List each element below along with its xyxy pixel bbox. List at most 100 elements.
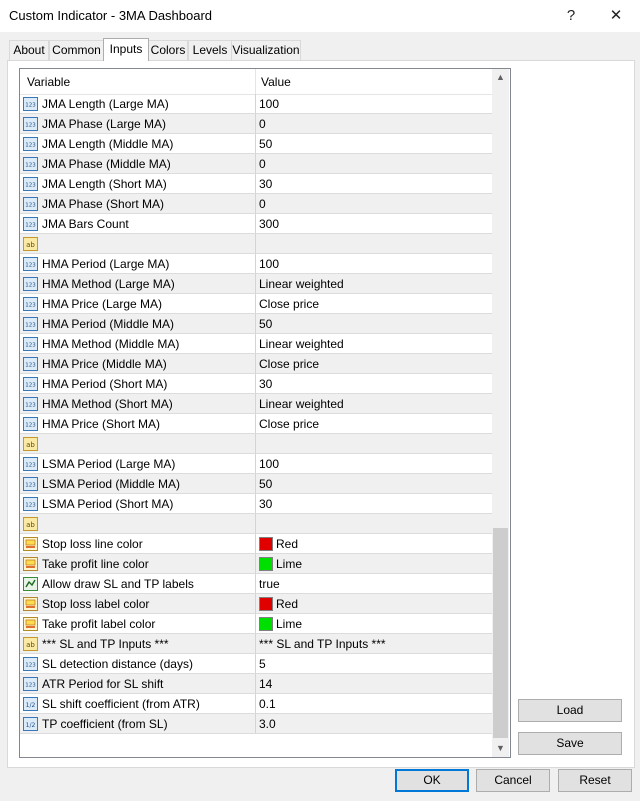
integer-param-icon: 123 [23,217,38,231]
grid-row[interactable]: ab [20,514,492,534]
grid-row[interactable]: 1/2 SL shift coefficient (from ATR) 0.1 [20,694,492,714]
variable-value[interactable]: 30 [259,377,272,391]
header-divider[interactable] [255,69,256,94]
color-swatch[interactable] [259,537,273,551]
grid-row[interactable]: 123 HMA Price (Large MA) Close price [20,294,492,314]
variable-value[interactable]: Close price [259,417,319,431]
variable-value[interactable]: 100 [259,97,279,111]
load-button[interactable]: Load [518,699,622,722]
variable-value[interactable]: 0 [259,157,266,171]
grid-row[interactable]: 123 HMA Method (Large MA) Linear weighted [20,274,492,294]
grid-row[interactable]: 123 LSMA Period (Large MA) 100 [20,454,492,474]
column-divider [255,534,256,554]
variable-value[interactable]: 50 [259,317,272,331]
variable-value[interactable]: 50 [259,477,272,491]
variable-value[interactable]: Lime [276,617,302,631]
grid-row[interactable]: 123 JMA Length (Large MA) 100 [20,94,492,114]
grid-row[interactable]: Stop loss label color Red [20,594,492,614]
double-param-icon: 1/2 [23,717,38,731]
grid-row[interactable]: 123 SL detection distance (days) 5 [20,654,492,674]
grid-row[interactable]: Take profit label color Lime [20,614,492,634]
variable-name: Stop loss label color [42,597,150,611]
svg-text:123: 123 [25,123,36,129]
grid-row[interactable]: Take profit line color Lime [20,554,492,574]
variable-value[interactable]: 300 [259,217,279,231]
title-bar: Custom Indicator - 3MA Dashboard ? ✕ [0,0,640,32]
tab-levels[interactable]: Levels [188,40,232,60]
variable-value[interactable]: 0.1 [259,697,276,711]
grid-row[interactable]: 123 HMA Method (Short MA) Linear weighted [20,394,492,414]
grid-row[interactable]: 123 HMA Period (Large MA) 100 [20,254,492,274]
variable-value[interactable]: Linear weighted [259,337,344,351]
color-swatch[interactable] [259,597,273,611]
variable-value[interactable]: *** SL and TP Inputs *** [259,637,386,651]
grid-row[interactable]: ab *** SL and TP Inputs *** *** SL and TP … [20,634,492,654]
variable-name: Allow draw SL and TP labels [42,577,194,591]
close-icon[interactable]: ✕ [596,4,636,28]
reset-button[interactable]: Reset [558,769,632,792]
grid-row[interactable]: ab [20,234,492,254]
grid-row[interactable]: Stop loss line color Red [20,534,492,554]
variable-value[interactable]: 0 [259,197,266,211]
tab-visualization[interactable]: Visualization [231,40,301,60]
variable-value[interactable]: true [259,577,280,591]
grid-row[interactable]: 123 HMA Price (Short MA) Close price [20,414,492,434]
inputs-grid[interactable]: Variable Value 123 JMA Length (Large MA) 1… [19,68,511,758]
variable-value[interactable]: Red [276,597,298,611]
color-swatch[interactable] [259,557,273,571]
vertical-scrollbar[interactable]: ▲ ▼ [492,69,509,757]
variable-value[interactable]: 0 [259,117,266,131]
scrollbar-thumb[interactable] [493,528,508,738]
variable-value[interactable]: Close price [259,297,319,311]
grid-row[interactable]: Allow draw SL and TP labels true [20,574,492,594]
variable-value[interactable]: Linear weighted [259,397,344,411]
variable-value[interactable]: Linear weighted [259,277,344,291]
save-button[interactable]: Save [518,732,622,755]
variable-value[interactable]: 100 [259,457,279,471]
column-divider [255,614,256,634]
grid-row[interactable]: 123 JMA Bars Count 300 [20,214,492,234]
tab-colors[interactable]: Colors [148,40,188,60]
grid-row[interactable]: 123 HMA Price (Middle MA) Close price [20,354,492,374]
ok-button[interactable]: OK [395,769,469,792]
svg-text:123: 123 [25,283,36,289]
grid-row[interactable]: ab [20,434,492,454]
tab-common[interactable]: Common [49,40,104,60]
grid-row[interactable]: 123 JMA Length (Middle MA) 50 [20,134,492,154]
color-param-icon [23,597,38,611]
variable-column-header[interactable]: Variable [27,75,70,89]
grid-row[interactable]: 123 JMA Length (Short MA) 30 [20,174,492,194]
variable-value[interactable]: 50 [259,137,272,151]
grid-row[interactable]: 123 LSMA Period (Short MA) 30 [20,494,492,514]
grid-row[interactable]: 123 LSMA Period (Middle MA) 50 [20,474,492,494]
variable-value[interactable]: 3.0 [259,717,276,731]
variable-value[interactable]: 30 [259,177,272,191]
variable-value[interactable]: Lime [276,557,302,571]
column-divider [255,494,256,514]
variable-value[interactable]: 30 [259,497,272,511]
variable-value[interactable]: Red [276,537,298,551]
scroll-up-icon[interactable]: ▲ [492,69,509,86]
grid-row[interactable]: 123 JMA Phase (Middle MA) 0 [20,154,492,174]
cancel-button[interactable]: Cancel [476,769,550,792]
grid-row[interactable]: 123 HMA Method (Middle MA) Linear weighted [20,334,492,354]
tab-about[interactable]: About [9,40,49,60]
variable-value[interactable]: 5 [259,657,266,671]
variable-value[interactable]: 100 [259,257,279,271]
grid-row[interactable]: 123 JMA Phase (Large MA) 0 [20,114,492,134]
grid-row[interactable]: 123 JMA Phase (Short MA) 0 [20,194,492,214]
value-column-header[interactable]: Value [261,75,291,89]
scroll-down-icon[interactable]: ▼ [492,740,509,757]
column-divider [255,174,256,194]
variable-name: Take profit label color [42,617,156,631]
grid-row[interactable]: 1/2 TP coefficient (from SL) 3.0 [20,714,492,734]
grid-row[interactable]: 123 ATR Period for SL shift 14 [20,674,492,694]
column-divider [255,634,256,654]
variable-value[interactable]: Close price [259,357,319,371]
color-swatch[interactable] [259,617,273,631]
help-button[interactable]: ? [551,4,591,28]
variable-value[interactable]: 14 [259,677,272,691]
tab-inputs[interactable]: Inputs [103,38,149,61]
grid-row[interactable]: 123 HMA Period (Middle MA) 50 [20,314,492,334]
grid-row[interactable]: 123 HMA Period (Short MA) 30 [20,374,492,394]
